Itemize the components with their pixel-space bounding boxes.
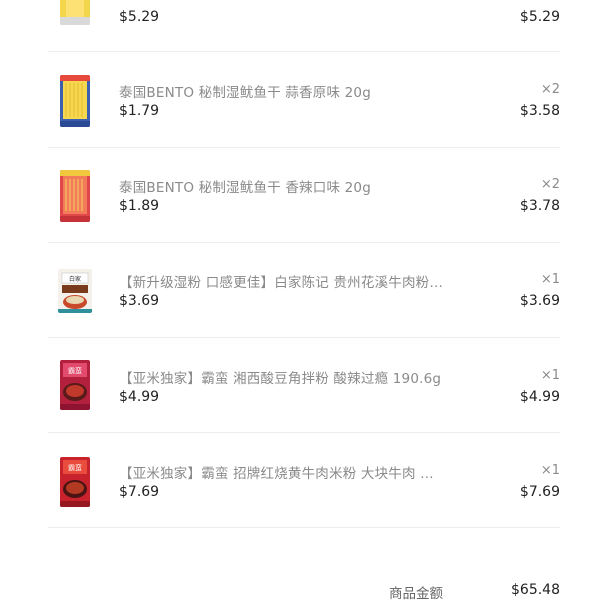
svg-text:白家: 白家 <box>69 275 81 283</box>
order-items-page: $5.29 $5.29 泰国BENTO 秘制湿鱿鱼干 蒜香原味 20g $1.7 <box>0 0 600 600</box>
product-title: 【亚米独家】霸蛮 湘西酸豆角拌粉 酸辣过瘾 190.6g <box>119 371 442 387</box>
svg-text:霸蛮: 霸蛮 <box>68 463 82 472</box>
list-item[interactable]: 白家 【新升级湿粉 口感更佳】白家陈记 贵州花溪牛肉粉… $3.69 ×1 $3… <box>48 243 560 338</box>
line-total: $3.69 <box>519 293 560 309</box>
unit-price: $3.69 <box>119 293 160 309</box>
product-thumbnail: 霸蛮 <box>60 457 90 507</box>
quantity: ×2 <box>540 82 560 97</box>
unit-price: $1.79 <box>119 103 160 119</box>
list-item[interactable]: 泰国BENTO 秘制湿鱿鱼干 蒜香原味 20g $1.79 ×2 $3.58 <box>48 53 560 148</box>
quantity: ×1 <box>540 272 560 287</box>
line-total: $7.69 <box>519 484 560 500</box>
subtotal-value: $65.48 <box>511 582 560 598</box>
quantity: ×1 <box>540 368 560 383</box>
line-total: $4.99 <box>519 389 560 405</box>
product-thumbnail <box>60 170 90 222</box>
line-total: $3.78 <box>519 198 560 214</box>
quantity: ×1 <box>540 463 560 478</box>
quantity: ×2 <box>540 177 560 192</box>
product-thumbnail: 霸蛮 <box>60 360 90 410</box>
list-item[interactable]: 霸蛮 【亚米独家】霸蛮 招牌红烧黄牛肉米粉 大块牛肉 … $7.69 ×1 $7… <box>48 433 560 528</box>
product-title: 【亚米独家】霸蛮 招牌红烧黄牛肉米粉 大块牛肉 … <box>119 466 434 482</box>
line-total: $5.29 <box>519 9 560 25</box>
svg-text:霸蛮: 霸蛮 <box>68 366 82 375</box>
unit-price: $7.69 <box>119 484 160 500</box>
product-thumbnail <box>60 0 90 25</box>
product-title: 【新升级湿粉 口感更佳】白家陈记 贵州花溪牛肉粉… <box>119 275 444 291</box>
list-item[interactable]: $5.29 $5.29 <box>48 0 560 52</box>
list-item[interactable]: 霸蛮 【亚米独家】霸蛮 湘西酸豆角拌粉 酸辣过瘾 190.6g $4.99 ×1… <box>48 338 560 433</box>
line-total: $3.58 <box>519 103 560 119</box>
unit-price: $4.99 <box>119 389 160 405</box>
product-thumbnail: 白家 <box>58 269 92 313</box>
product-thumbnail <box>60 75 90 127</box>
product-title: 泰国BENTO 秘制湿鱿鱼干 蒜香原味 20g <box>119 85 371 101</box>
product-title: 泰国BENTO 秘制湿鱿鱼干 香辣口味 20g <box>119 180 371 196</box>
list-item[interactable]: 泰国BENTO 秘制湿鱿鱼干 香辣口味 20g $1.89 ×2 $3.78 <box>48 148 560 243</box>
unit-price: $1.89 <box>119 198 160 214</box>
unit-price: $5.29 <box>119 9 160 25</box>
subtotal-label: 商品金额 <box>389 586 443 600</box>
